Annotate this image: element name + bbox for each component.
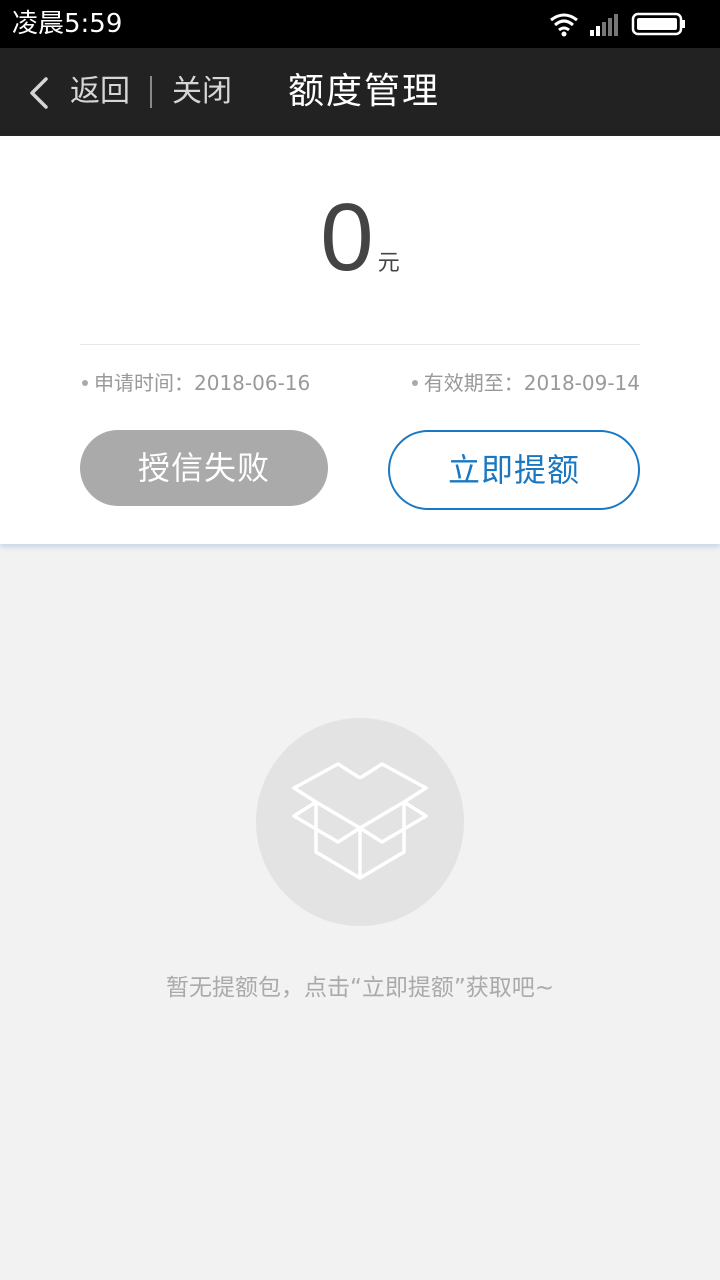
close-button[interactable]: 关闭 xyxy=(172,74,232,110)
amount-value: 0 xyxy=(320,184,374,291)
battery-icon xyxy=(631,12,685,36)
page-title: 额度管理 xyxy=(288,71,441,112)
valid-until: 有效期至：2018-09-14 xyxy=(411,370,640,396)
box-icon xyxy=(292,762,428,880)
status-icons xyxy=(548,10,708,38)
status-time: 凌晨5:59 xyxy=(12,9,123,39)
amount-unit: 元 xyxy=(377,251,400,276)
apply-time: 申请时间：2018-06-16 xyxy=(82,370,310,396)
wifi-icon xyxy=(550,13,578,37)
nav-bar: 返回 关闭 额度管理 xyxy=(0,48,720,136)
credit-amount: 0元 xyxy=(0,186,720,290)
apply-time-text: 申请时间：2018-06-16 xyxy=(94,371,311,395)
credit-card: 0元 申请时间：2018-06-16 有效期至：2018-09-14 授信失败 … xyxy=(0,136,720,544)
status-bar: 凌晨5:59 xyxy=(0,0,720,48)
bullet-icon xyxy=(82,380,88,386)
bullet-icon xyxy=(411,380,418,386)
valid-until-text: 有效期至：2018-09-14 xyxy=(423,371,640,395)
chevron-left-icon[interactable] xyxy=(26,76,52,110)
signal-icon xyxy=(590,14,618,36)
raise-limit-button[interactable]: 立即提额 xyxy=(388,430,640,510)
empty-state-illustration xyxy=(256,718,464,926)
back-button[interactable]: 返回 xyxy=(70,74,130,110)
nav-divider xyxy=(150,76,152,108)
card-divider xyxy=(80,344,640,345)
credit-status-button[interactable]: 授信失败 xyxy=(80,430,328,506)
empty-state-message: 暂无提额包，点击“立即提额”获取吧~ xyxy=(165,975,555,1001)
